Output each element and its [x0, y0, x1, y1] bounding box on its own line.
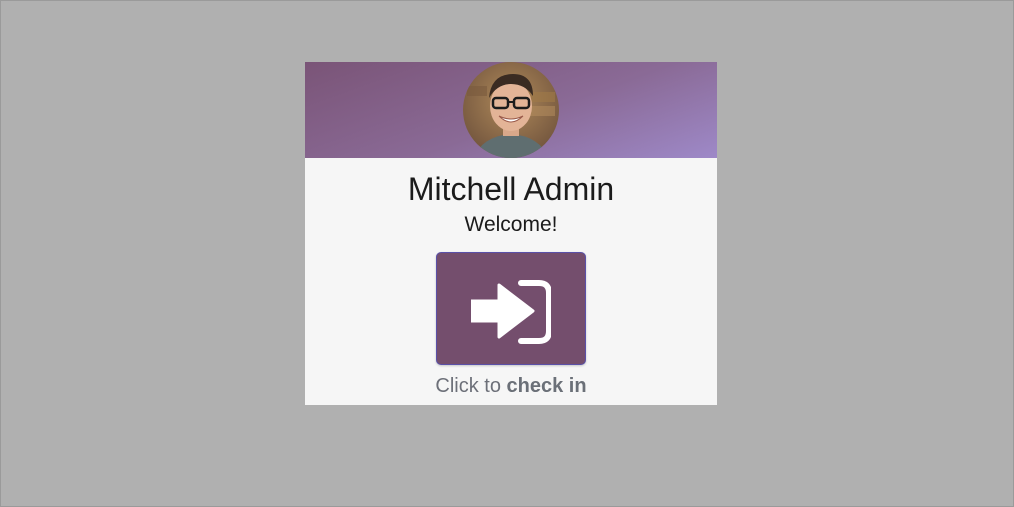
check-in-caption: Click to check in — [305, 373, 717, 399]
employee-name: Mitchell Admin — [407, 171, 615, 207]
caption-action: check in — [506, 375, 587, 397]
kiosk-card: Mitchell Admin Welcome! Click to check i… — [305, 62, 717, 405]
welcome-message: Welcome! — [464, 213, 558, 236]
caption-prefix: Click to — [435, 375, 507, 397]
sign-in-icon — [471, 280, 551, 344]
check-in-button[interactable] — [436, 252, 586, 365]
employee-avatar — [463, 62, 559, 158]
